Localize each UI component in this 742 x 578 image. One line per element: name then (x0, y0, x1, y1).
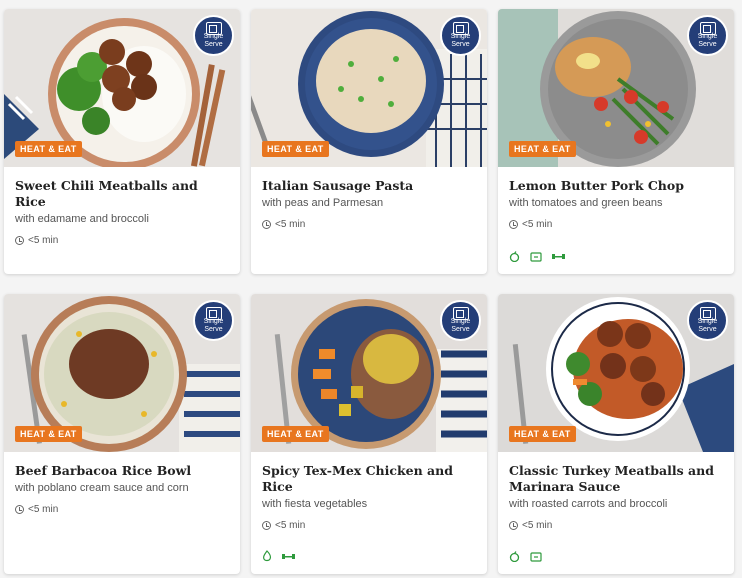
heat-eat-tag: HEAT & EAT (15, 426, 82, 442)
prep-time-label: <5 min (28, 235, 59, 246)
badge-line2: Serve (698, 326, 717, 333)
protein-dumbbell-icon (552, 254, 565, 259)
recipe-photo[interactable]: Single Serve HEAT & EAT (498, 9, 734, 167)
clock-icon (509, 220, 518, 229)
badge-line2: Serve (204, 326, 223, 333)
prep-time: <5 min (509, 219, 723, 230)
prep-time-label: <5 min (28, 504, 59, 515)
clock-icon (15, 236, 24, 245)
recipe-subtitle: with fiesta vegetables (262, 498, 368, 510)
badge-line2: Serve (698, 41, 717, 48)
recipe-photo[interactable]: Single Serve HEAT & EAT (251, 9, 487, 167)
recipe-title[interactable]: Beef Barbacoa Rice Bowl (15, 463, 229, 479)
heat-eat-tag: HEAT & EAT (509, 141, 576, 157)
recipe-subtitle: with poblano cream sauce and corn (15, 482, 189, 494)
recipe-subtitle: with roasted carrots and broccoli (509, 498, 668, 510)
recipe-title[interactable]: Sweet Chili Meatballs and Rice (15, 178, 229, 210)
protein-dumbbell-icon (282, 553, 295, 559)
single-serve-badge: Single Serve (193, 15, 234, 56)
recipe-card-3[interactable]: Single Serve HEAT & EAT Lemon Butter Por… (498, 9, 734, 274)
clock-icon (15, 505, 24, 514)
recipe-card-6[interactable]: Single Serve HEAT & EAT Classic Turkey M… (498, 294, 734, 574)
prep-time: <5 min (15, 235, 229, 246)
single-serve-badge: Single Serve (440, 15, 481, 56)
microwave-icon (453, 307, 469, 320)
recipe-title[interactable]: Italian Sausage Pasta (262, 178, 476, 194)
prep-time: <5 min (262, 219, 476, 230)
recipe-title[interactable]: Spicy Tex-Mex Chicken and Rice (262, 463, 476, 495)
heat-eat-tag: HEAT & EAT (262, 426, 329, 442)
prep-time-label: <5 min (275, 520, 306, 531)
carb-smart-icon (530, 551, 542, 562)
badge-line2: Serve (451, 41, 470, 48)
badge-line2: Serve (451, 326, 470, 333)
recipe-title[interactable]: Classic Turkey Meatballs and Marinara Sa… (509, 463, 723, 495)
heat-eat-tag: HEAT & EAT (15, 141, 82, 157)
microwave-icon (453, 22, 469, 35)
heat-eat-tag: HEAT & EAT (509, 426, 576, 442)
prep-time-label: <5 min (522, 520, 553, 531)
recipe-card-5[interactable]: Single Serve HEAT & EAT Spicy Tex-Mex Ch… (251, 294, 487, 574)
calorie-smart-icon (263, 550, 271, 562)
recipe-subtitle: with tomatoes and green beans (509, 197, 663, 209)
recipe-card-1[interactable]: Single Serve HEAT & EAT Sweet Chili Meat… (4, 9, 240, 274)
recipe-photo[interactable]: Single Serve HEAT & EAT (498, 294, 734, 452)
recipe-subtitle: with edamame and broccoli (15, 213, 149, 225)
heat-eat-tag: HEAT & EAT (262, 141, 329, 157)
recipe-title[interactable]: Lemon Butter Pork Chop (509, 178, 723, 194)
clock-icon (509, 521, 518, 530)
badge-line2: Serve (204, 41, 223, 48)
apple-icon (509, 251, 520, 262)
prep-time-label: <5 min (275, 219, 306, 230)
prep-time-label: <5 min (522, 219, 553, 230)
single-serve-badge: Single Serve (193, 300, 234, 341)
recipe-photo[interactable]: Single Serve HEAT & EAT (251, 294, 487, 452)
recipe-photo[interactable]: Single Serve HEAT & EAT (4, 9, 240, 167)
prep-time: <5 min (15, 504, 229, 515)
microwave-icon (206, 22, 222, 35)
recipe-card-2[interactable]: Single Serve HEAT & EAT Italian Sausage … (251, 9, 487, 274)
microwave-icon (700, 307, 716, 320)
apple-icon (509, 551, 520, 562)
recipe-photo[interactable]: Single Serve HEAT & EAT (4, 294, 240, 452)
single-serve-badge: Single Serve (440, 300, 481, 341)
prep-time: <5 min (509, 520, 723, 531)
clock-icon (262, 220, 271, 229)
carb-smart-icon (530, 251, 542, 262)
prep-time: <5 min (262, 520, 476, 531)
recipe-subtitle: with peas and Parmesan (262, 197, 384, 209)
recipe-card-4[interactable]: Single Serve HEAT & EAT Beef Barbacoa Ri… (4, 294, 240, 574)
single-serve-badge: Single Serve (687, 300, 728, 341)
clock-icon (262, 521, 271, 530)
microwave-icon (206, 307, 222, 320)
single-serve-badge: Single Serve (687, 15, 728, 56)
microwave-icon (700, 22, 716, 35)
